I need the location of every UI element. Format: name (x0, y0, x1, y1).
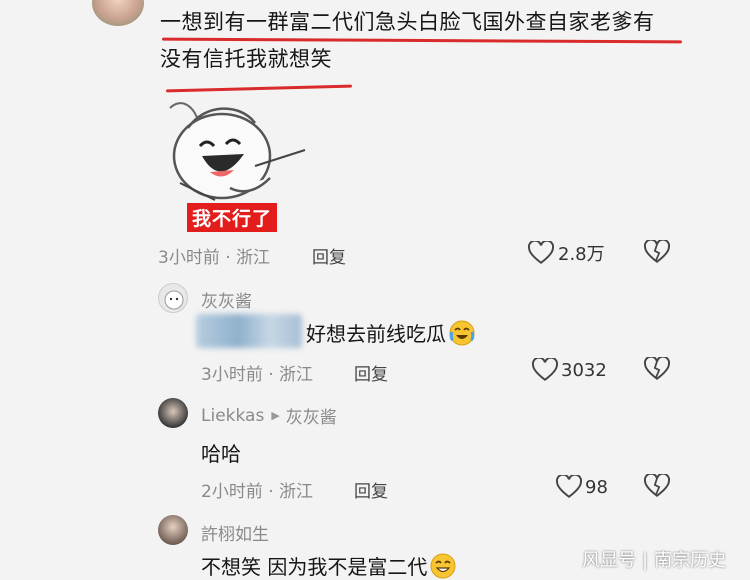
like-count-1: 3032 (561, 359, 607, 381)
comment-text-line-2: 没有信托我就想笑 (160, 47, 332, 71)
reply-avatar-2[interactable] (158, 398, 188, 428)
heart-icon (556, 475, 582, 498)
reply-username-2[interactable]: Liekkas ▶ 灰灰酱 (201, 403, 337, 429)
reply-avatar-3[interactable] (158, 515, 188, 545)
reply-button-2[interactable]: 回复 (354, 477, 388, 502)
dislike-heart-icon (643, 472, 671, 497)
reply-to-username[interactable]: 灰灰酱 (286, 403, 337, 428)
dislike-heart-icon (643, 355, 671, 380)
reply-username-1[interactable]: 灰灰酱 (201, 287, 252, 312)
reply-avatar-1[interactable] (158, 283, 188, 313)
like-button-1[interactable]: 3032 (532, 357, 607, 383)
comment-text-line-1: 一想到有一群富二代们急头白脸飞国外查自家老爹有 (160, 10, 655, 34)
reply-text-1: 好想去前线吃瓜 (306, 318, 476, 347)
like-button[interactable]: 2.8万 (528, 240, 605, 266)
commenter-avatar[interactable] (92, 0, 144, 26)
watermark: 风显号 | 南宗历史 (582, 550, 727, 571)
dislike-heart-icon (643, 238, 671, 263)
reply-time-location-2: 2小时前 · 浙江 (201, 482, 314, 502)
reply-button[interactable]: 回复 (312, 243, 346, 268)
heart-icon (532, 358, 558, 381)
grin-sweat-emoji (430, 553, 456, 578)
reply-button-1[interactable]: 回复 (354, 360, 388, 385)
heart-icon (528, 241, 554, 264)
comment-time-location: 3小时前 · 浙江 (158, 248, 271, 268)
like-count-2: 98 (585, 476, 608, 498)
like-count: 2.8万 (558, 244, 605, 265)
blurred-content (196, 314, 302, 348)
reply-username-3[interactable]: 許栩如生 (201, 520, 269, 545)
sticker-caption: 我不行了 (187, 203, 278, 232)
reply-time-location-1: 3小时前 · 浙江 (201, 365, 314, 385)
like-button-2[interactable]: 98 (556, 474, 608, 500)
crying-laugh-emoji (449, 320, 475, 345)
reply-text-3: 不想笑 因为我不是富二代 (201, 551, 457, 580)
play-triangle-icon: ▶ (271, 409, 280, 422)
dislike-button-2[interactable] (643, 472, 671, 502)
reply-text-2: 哈哈 (201, 442, 241, 466)
cartoon-avatar-icon (164, 290, 184, 310)
dislike-button-1[interactable] (643, 355, 671, 385)
dislike-button[interactable] (643, 238, 671, 268)
